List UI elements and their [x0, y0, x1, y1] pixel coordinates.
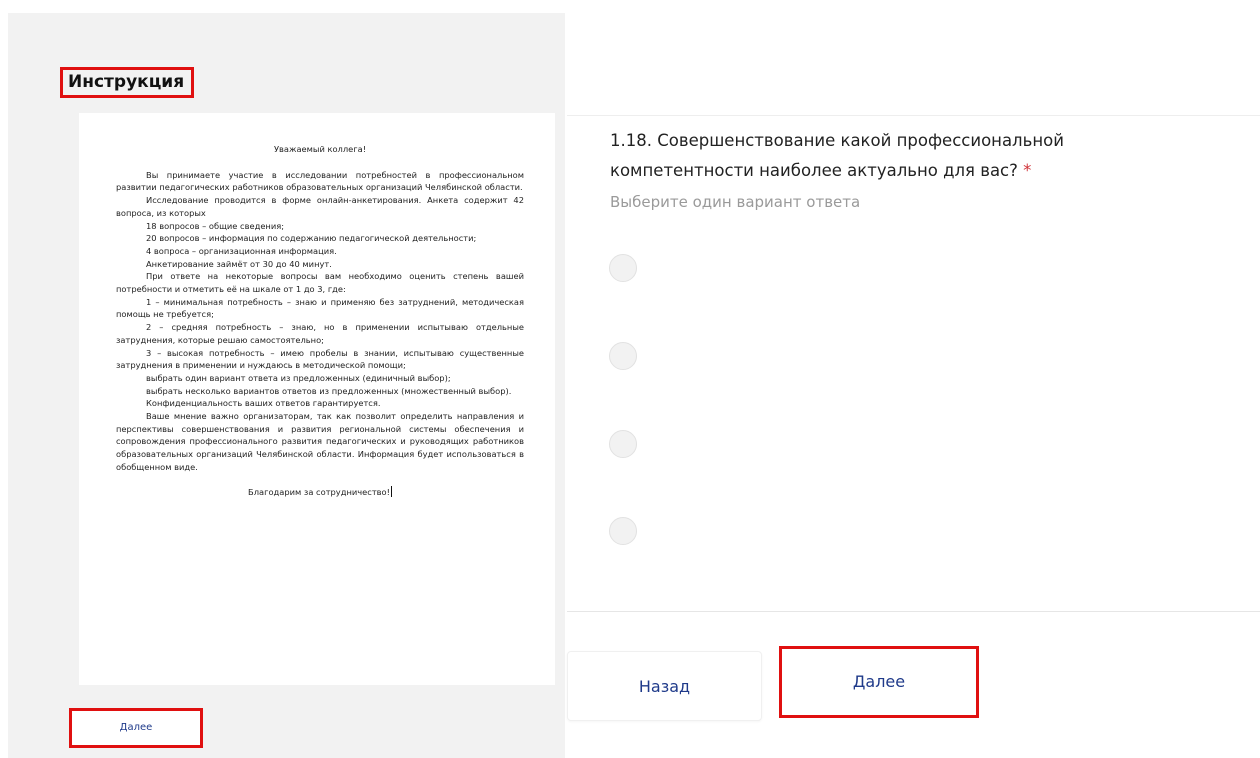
required-mark: * — [1023, 161, 1032, 180]
next-button[interactable]: Далее — [779, 646, 979, 718]
answer-option-radio[interactable] — [609, 517, 637, 545]
instruction-title: Инструкция — [60, 67, 194, 98]
answer-option-radio[interactable] — [609, 254, 637, 282]
question-title: 1.18. Совершенствование какой профессион… — [610, 126, 1170, 186]
instruction-paragraph: Исследование проводится в форме онлайн-а… — [116, 195, 524, 218]
instruction-paragraph: 20 вопросов – информация по содержанию п… — [146, 233, 477, 244]
question-card: 1.18. Совершенствование какой профессион… — [567, 115, 1260, 612]
instruction-paragraph: Конфиденциальность ваших ответов гаранти… — [146, 398, 381, 409]
instruction-paragraph: Вы принимаете участие в исследовании пот… — [116, 169, 524, 193]
question-text: 1.18. Совершенствование какой профессион… — [610, 131, 1064, 180]
instruction-paragraph: 2 – средняя потребность – знаю, но в при… — [116, 322, 524, 345]
thanks-text: Благодарим за сотрудничество! — [248, 486, 390, 497]
instruction-next-button[interactable]: Далее — [69, 708, 203, 748]
instruction-paragraph: Анкетирование займёт от 30 до 40 минут. — [146, 258, 332, 269]
instruction-paragraph: 1 – минимальная потребность – знаю и при… — [116, 296, 524, 320]
instruction-paragraph: выбрать один вариант ответа из предложен… — [146, 372, 451, 383]
instruction-paragraph: Ваше мнение важно организаторам, так как… — [116, 411, 524, 472]
answer-option-radio[interactable] — [609, 430, 637, 458]
instruction-greeting: Уважаемый коллега! — [273, 144, 367, 154]
answer-option-radio[interactable] — [609, 342, 637, 370]
question-hint: Выберите один вариант ответа — [610, 193, 861, 211]
instruction-thanks: Благодарим за сотрудничество! — [116, 485, 524, 499]
back-button[interactable]: Назад — [567, 651, 762, 721]
instruction-paragraph: При ответе на некоторые вопросы вам необ… — [116, 271, 524, 295]
instruction-paragraph: 18 вопросов – общие сведения; — [146, 220, 285, 231]
instruction-paragraph: 4 вопроса – организационная информация. — [146, 245, 337, 256]
instruction-document: Уважаемый коллега! Вы принимаете участие… — [79, 113, 555, 685]
survey-page: Инструкция Уважаемый коллега! Вы принима… — [0, 0, 1260, 758]
instruction-paragraph: 3 – высокая потребность – имею пробелы в… — [116, 347, 524, 371]
text-cursor — [390, 485, 392, 497]
instruction-paragraph: выбрать несколько вариантов ответов из п… — [146, 385, 512, 396]
